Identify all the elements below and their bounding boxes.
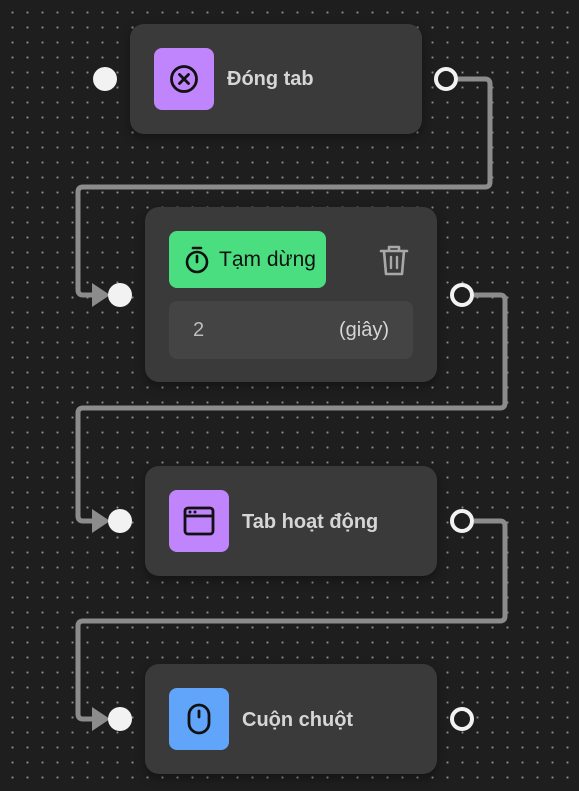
scroll-input-port[interactable] xyxy=(108,707,132,731)
node-active-tab[interactable]: Tab hoạt động xyxy=(145,466,437,576)
scroll-icon-box xyxy=(169,688,229,750)
close-tab-label: Đóng tab xyxy=(227,68,314,90)
active-tab-output-port[interactable] xyxy=(450,509,474,533)
duration-input[interactable]: 2 (giây) xyxy=(169,301,413,359)
duration-unit: (giây) xyxy=(338,319,389,341)
active-tab-input-port[interactable] xyxy=(108,509,132,533)
flow-canvas[interactable]: Đóng tab Tạm dừng 2 (giây) Tab hoạt động… xyxy=(0,0,579,791)
close-tab-output-port[interactable] xyxy=(434,67,458,91)
trash-icon xyxy=(379,245,409,276)
close-tab-input-port[interactable] xyxy=(93,67,117,91)
active-tab-label: Tab hoạt động xyxy=(242,511,379,533)
pause-output-port[interactable] xyxy=(450,283,474,307)
scroll-output-port[interactable] xyxy=(450,707,474,731)
node-close-tab[interactable]: Đóng tab xyxy=(130,24,422,134)
stopwatch-icon xyxy=(185,246,209,273)
node-pause[interactable]: Tạm dừng 2 (giây) xyxy=(145,207,437,382)
pause-input-port[interactable] xyxy=(108,283,132,307)
node-scroll[interactable]: Cuộn chuột xyxy=(145,664,437,774)
pause-label: Tạm dừng xyxy=(219,247,316,271)
close-circle-icon xyxy=(170,65,198,93)
pause-header[interactable]: Tạm dừng xyxy=(169,231,326,288)
close-tab-icon-box xyxy=(154,48,214,110)
browser-window-icon xyxy=(183,506,215,536)
duration-value[interactable]: 2 xyxy=(193,301,204,359)
delete-button[interactable] xyxy=(378,243,410,277)
scroll-label: Cuộn chuột xyxy=(242,709,354,731)
active-tab-icon-box xyxy=(169,490,229,552)
mouse-icon xyxy=(187,703,211,735)
